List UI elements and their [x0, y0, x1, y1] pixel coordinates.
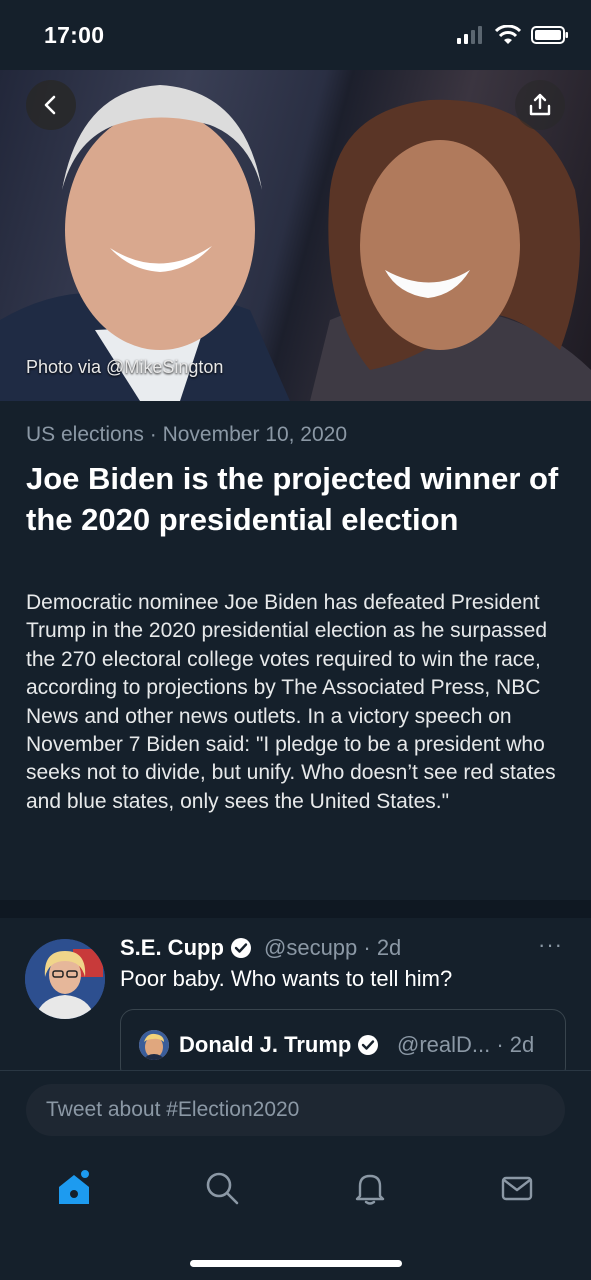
status-bar: 17:00: [0, 0, 591, 70]
article-meta: US elections · November 10, 2020: [26, 423, 347, 447]
photo-credit: Photo via @MikeSington: [26, 357, 224, 377]
meta-separator: ·: [149, 423, 157, 446]
quote-handle: @realD... · 2d: [397, 1032, 535, 1057]
bell-icon: [355, 1174, 385, 1205]
status-time: 17:00: [44, 22, 105, 48]
tab-search[interactable]: [200, 1166, 244, 1210]
compose-tweet-input[interactable]: [26, 1084, 565, 1136]
avatar-image: [25, 939, 105, 1019]
hero-image: Photo via @MikeSington: [0, 70, 591, 401]
article-category[interactable]: US elections: [26, 423, 144, 446]
article-summary: Democratic nominee Joe Biden has defeate…: [26, 591, 556, 813]
section-divider: [0, 900, 591, 918]
battery-icon: [531, 26, 568, 44]
share-icon: [529, 93, 551, 116]
quote-author-name: Donald J. Trump: [179, 1032, 352, 1057]
mail-icon: [501, 1176, 533, 1201]
tab-notifications[interactable]: [348, 1166, 392, 1210]
home-indicator: [190, 1260, 402, 1267]
verified-badge-icon: [230, 938, 251, 958]
verified-badge-icon: [358, 1035, 379, 1055]
hero-photo: [0, 85, 591, 401]
status-icons: [457, 25, 569, 45]
article-date: November 10, 2020: [162, 423, 348, 446]
avatar[interactable]: [25, 939, 105, 1019]
tweet-author[interactable]: S.E. Cupp: [120, 935, 252, 961]
share-button[interactable]: [515, 80, 565, 130]
quote-author: Donald J. Trump: [179, 1032, 379, 1058]
more-options-button[interactable]: ···: [538, 932, 563, 958]
tweet-author-name: S.E. Cupp: [120, 935, 224, 960]
wifi-icon: [495, 25, 521, 44]
tweet-text: Poor baby. Who wants to tell him?: [120, 966, 453, 991]
back-button[interactable]: [26, 80, 76, 130]
search-icon: [206, 1172, 239, 1205]
tweet-handle: @secupp · 2d: [264, 935, 402, 960]
home-icon: [59, 1168, 91, 1204]
quote-avatar: [139, 1030, 169, 1060]
back-arrow-icon: [44, 95, 56, 115]
quote-avatar-image: [139, 1030, 169, 1060]
article-headline: Joe Biden is the projected winner of the…: [26, 461, 559, 537]
tab-messages[interactable]: [495, 1166, 539, 1210]
signal-icon: [457, 26, 482, 44]
tab-home[interactable]: [52, 1166, 96, 1210]
